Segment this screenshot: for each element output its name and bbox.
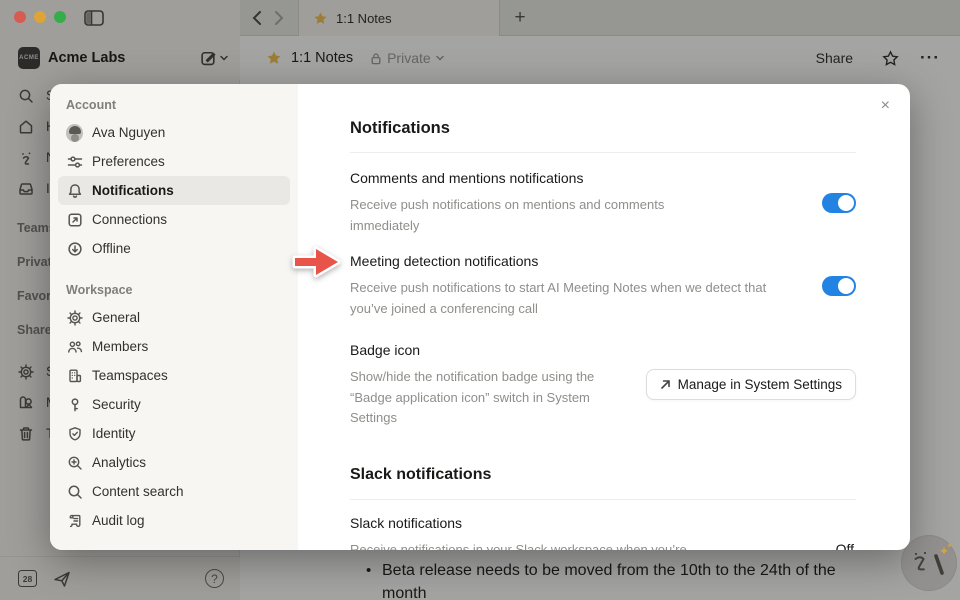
setting-row-slack-notifications: Slack notifications Receive notification… bbox=[350, 514, 856, 551]
setting-title: Comments and mentions notifications bbox=[350, 169, 730, 187]
settings-item-label: Members bbox=[92, 339, 148, 354]
settings-item-audit-log[interactable]: Audit log bbox=[58, 506, 290, 535]
settings-item-content-search[interactable]: Content search bbox=[58, 477, 290, 506]
sliders-icon bbox=[66, 154, 83, 170]
close-window-button[interactable] bbox=[14, 11, 26, 23]
button-label: Manage in System Settings bbox=[678, 377, 842, 392]
setting-row-comments-mentions: Comments and mentions notifications Rece… bbox=[350, 169, 856, 236]
settings-item-label: Content search bbox=[92, 484, 184, 499]
settings-item-label: General bbox=[92, 310, 140, 325]
offline-icon bbox=[66, 241, 83, 257]
zoom-window-button[interactable] bbox=[54, 11, 66, 23]
app-window: 1:1 Notes + ACME Acme Labs 1:1 Notes bbox=[0, 0, 960, 600]
setting-description: Receive push notifications on mentions a… bbox=[350, 195, 730, 236]
settings-item-preferences[interactable]: Preferences bbox=[58, 147, 290, 176]
settings-item-label: Preferences bbox=[92, 154, 165, 169]
settings-item-general[interactable]: General bbox=[58, 303, 290, 332]
settings-item-connections[interactable]: Connections bbox=[58, 205, 290, 234]
settings-item-label: Offline bbox=[92, 241, 131, 256]
shield-icon bbox=[66, 426, 83, 442]
settings-item-label: Notifications bbox=[92, 183, 174, 198]
setting-title: Meeting detection notifications bbox=[350, 252, 770, 270]
divider bbox=[350, 152, 856, 153]
settings-item-teamspaces[interactable]: Teamspaces bbox=[58, 361, 290, 390]
settings-item-notifications[interactable]: Notifications bbox=[58, 176, 290, 205]
divider bbox=[350, 499, 856, 500]
wand-icon bbox=[936, 544, 951, 573]
analytics-icon bbox=[66, 455, 83, 471]
bell-icon bbox=[66, 183, 83, 199]
slack-section-title: Slack notifications bbox=[350, 465, 856, 485]
setting-title: Badge icon bbox=[350, 341, 605, 359]
setting-row-badge-icon: Badge icon Show/hide the notification ba… bbox=[350, 341, 856, 429]
manage-system-settings-button[interactable]: Manage in System Settings bbox=[646, 369, 856, 400]
ai-cursor-badge bbox=[901, 535, 957, 591]
settings-page-title: Notifications bbox=[350, 118, 856, 138]
audit-icon bbox=[66, 513, 83, 529]
setting-description: Show/hide the notification badge using t… bbox=[350, 367, 605, 429]
annotation-arrow-icon bbox=[289, 243, 345, 281]
settings-item-account-profile[interactable]: Ava Nguyen bbox=[58, 118, 290, 147]
settings-sidebar: Account Ava Nguyen Preferences Notificat… bbox=[50, 84, 298, 550]
setting-row-meeting-detection: Meeting detection notifications Receive … bbox=[350, 252, 856, 319]
avatar bbox=[66, 124, 83, 142]
settings-section-account: Account bbox=[58, 96, 290, 118]
settings-item-identity[interactable]: Identity bbox=[58, 419, 290, 448]
settings-item-label: Audit log bbox=[92, 513, 145, 528]
search-icon bbox=[66, 484, 83, 500]
close-icon[interactable]: × bbox=[881, 98, 890, 114]
members-icon bbox=[66, 339, 83, 355]
meeting-detection-toggle[interactable] bbox=[822, 276, 856, 296]
settings-item-label: Ava Nguyen bbox=[92, 125, 165, 140]
setting-title: Slack notifications bbox=[350, 514, 856, 532]
settings-section-workspace: Workspace bbox=[58, 281, 290, 303]
minimize-window-button[interactable] bbox=[34, 11, 46, 23]
setting-description: Receive notifications in your Slack work… bbox=[350, 540, 856, 551]
settings-item-analytics[interactable]: Analytics bbox=[58, 448, 290, 477]
setting-description: Receive push notifications to start AI M… bbox=[350, 278, 770, 319]
settings-modal: Account Ava Nguyen Preferences Notificat… bbox=[50, 84, 910, 550]
settings-content: × Notifications Comments and mentions no… bbox=[298, 84, 910, 550]
key-icon bbox=[66, 397, 83, 413]
settings-item-label: Teamspaces bbox=[92, 368, 168, 383]
settings-item-label: Analytics bbox=[92, 455, 146, 470]
gear-icon bbox=[66, 310, 83, 326]
settings-item-members[interactable]: Members bbox=[58, 332, 290, 361]
connections-icon bbox=[66, 212, 83, 228]
settings-item-security[interactable]: Security bbox=[58, 390, 290, 419]
slack-notifications-value[interactable]: Off bbox=[836, 541, 854, 551]
settings-item-offline[interactable]: Offline bbox=[58, 234, 290, 263]
external-arrow-icon bbox=[660, 379, 671, 390]
settings-item-label: Security bbox=[92, 397, 141, 412]
comments-notifications-toggle[interactable] bbox=[822, 193, 856, 213]
traffic-lights bbox=[14, 11, 66, 23]
settings-item-label: Identity bbox=[92, 426, 136, 441]
teamspaces-icon bbox=[66, 368, 83, 384]
settings-item-label: Connections bbox=[92, 212, 167, 227]
